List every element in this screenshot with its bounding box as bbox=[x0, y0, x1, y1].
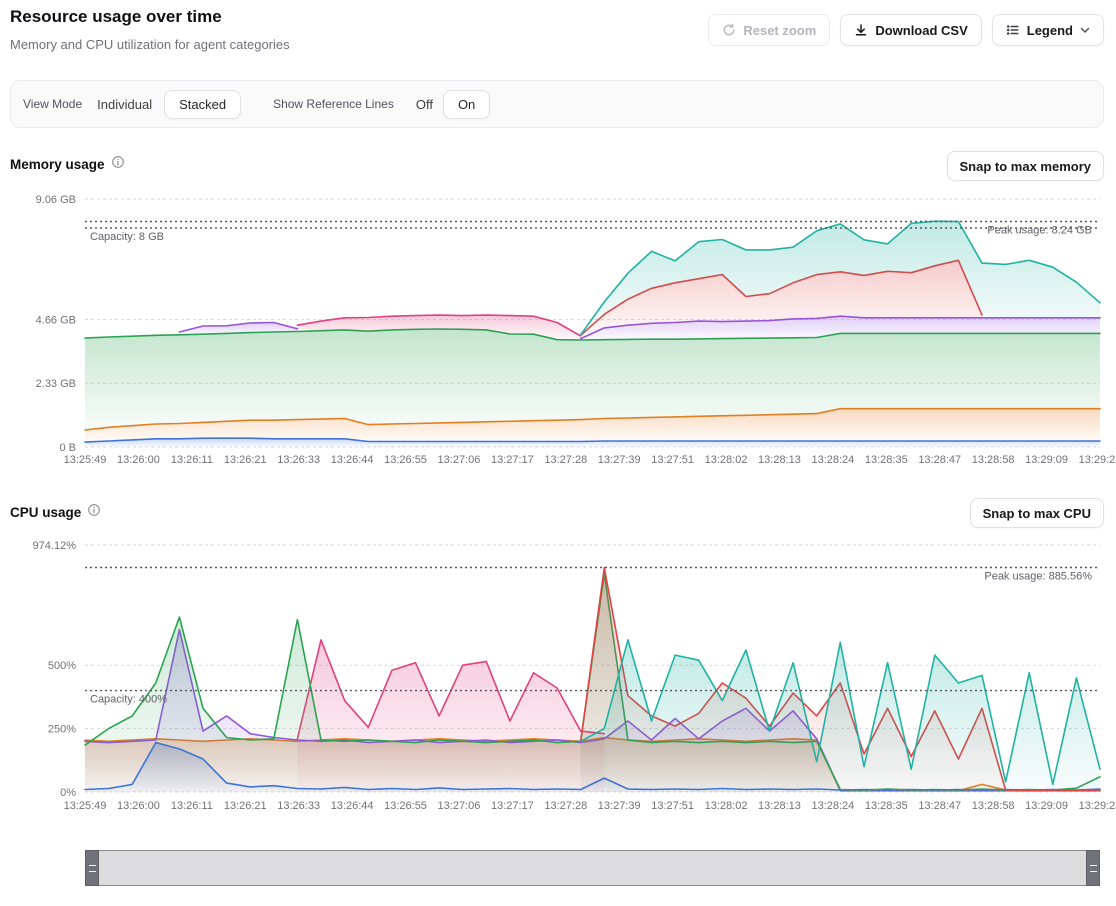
x-axis-label: 13:29:24 bbox=[1079, 454, 1116, 466]
x-axis-label: 13:29:09 bbox=[1025, 800, 1068, 812]
x-axis-label: 13:29:09 bbox=[1025, 454, 1068, 466]
legend-label: Legend bbox=[1027, 23, 1073, 38]
reference-label: Capacity: 8 GB bbox=[90, 231, 164, 243]
x-axis-label: 13:26:33 bbox=[277, 454, 320, 466]
x-axis-label: 13:26:44 bbox=[331, 454, 374, 466]
y-axis-label: 500% bbox=[48, 660, 76, 672]
reference-on[interactable]: On bbox=[443, 90, 490, 119]
brush-grip-icon bbox=[1090, 865, 1097, 872]
x-axis-label: 13:26:33 bbox=[277, 800, 320, 812]
x-axis-label: 13:28:13 bbox=[758, 800, 801, 812]
x-axis-label: 13:27:28 bbox=[544, 454, 587, 466]
info-icon[interactable] bbox=[87, 503, 101, 522]
memory-usage-title: Memory usage bbox=[10, 157, 105, 172]
view-mode-stacked[interactable]: Stacked bbox=[164, 90, 241, 119]
download-csv-button[interactable]: Download CSV bbox=[840, 14, 981, 46]
x-axis-label: 13:29:24 bbox=[1079, 800, 1116, 812]
resource-usage-page: Resource usage over time Memory and CPU … bbox=[0, 0, 1116, 906]
time-range-brush[interactable] bbox=[85, 850, 1100, 886]
y-axis-label: 9.06 GB bbox=[36, 194, 76, 206]
x-axis-label: 13:25:49 bbox=[64, 454, 107, 466]
reference-label: Peak usage: 8.24 GB bbox=[987, 225, 1092, 237]
snap-to-max-memory-button[interactable]: Snap to max memory bbox=[947, 151, 1105, 181]
reference-label: Capacity: 400% bbox=[90, 694, 167, 706]
cpu-area-teal bbox=[581, 640, 1100, 792]
x-axis-label: 13:27:06 bbox=[438, 800, 481, 812]
y-axis-label: 2.33 GB bbox=[36, 378, 76, 390]
brush-left-handle[interactable] bbox=[85, 850, 99, 886]
legend-button[interactable]: Legend bbox=[992, 14, 1104, 46]
x-axis-label: 13:27:17 bbox=[491, 454, 534, 466]
brush-grip-icon bbox=[89, 865, 96, 872]
controls-bar: View Mode Individual Stacked Show Refere… bbox=[10, 80, 1104, 128]
snap-to-max-cpu-button[interactable]: Snap to max CPU bbox=[970, 498, 1104, 528]
x-axis-label: 13:27:39 bbox=[598, 800, 641, 812]
y-axis-label: 4.66 GB bbox=[36, 315, 76, 327]
x-axis-label: 13:26:00 bbox=[117, 800, 160, 812]
x-axis-label: 13:28:47 bbox=[918, 454, 961, 466]
reference-lines-label: Show Reference Lines bbox=[273, 97, 394, 111]
x-axis-label: 13:27:51 bbox=[651, 800, 694, 812]
download-csv-label: Download CSV bbox=[875, 23, 967, 38]
x-axis-label: 13:28:58 bbox=[972, 454, 1015, 466]
x-axis-label: 13:28:02 bbox=[705, 800, 748, 812]
toolbar: Reset zoom Download CSV Legend bbox=[708, 14, 1104, 46]
x-axis-label: 13:27:17 bbox=[491, 800, 534, 812]
x-axis-label: 13:28:13 bbox=[758, 454, 801, 466]
page-title: Resource usage over time bbox=[10, 7, 222, 27]
x-axis-label: 13:27:06 bbox=[438, 454, 481, 466]
x-axis-label: 13:26:11 bbox=[171, 454, 213, 466]
x-axis-label: 13:26:55 bbox=[384, 454, 427, 466]
view-mode-individual[interactable]: Individual bbox=[97, 97, 152, 112]
reference-off[interactable]: Off bbox=[416, 97, 433, 112]
refresh-icon bbox=[722, 23, 736, 37]
x-axis-label: 13:28:35 bbox=[865, 454, 908, 466]
x-axis-label: 13:28:47 bbox=[918, 800, 961, 812]
view-mode-label: View Mode bbox=[23, 97, 82, 111]
x-axis-label: 13:27:28 bbox=[544, 800, 587, 812]
x-axis-label: 13:28:58 bbox=[972, 800, 1015, 812]
x-axis-label: 13:26:21 bbox=[224, 800, 267, 812]
reset-zoom-label: Reset zoom bbox=[743, 23, 816, 38]
legend-list-icon bbox=[1006, 23, 1020, 37]
x-axis-label: 13:26:55 bbox=[384, 800, 427, 812]
download-icon bbox=[854, 23, 868, 37]
y-axis-label: 974.12% bbox=[33, 540, 77, 552]
x-axis-label: 13:28:02 bbox=[705, 454, 748, 466]
memory-section-header: Memory usage bbox=[10, 155, 125, 174]
x-axis-label: 13:26:44 bbox=[331, 800, 374, 812]
x-axis-label: 13:27:39 bbox=[598, 454, 641, 466]
cpu-section-header: CPU usage bbox=[10, 503, 101, 522]
chevron-down-icon bbox=[1080, 27, 1090, 34]
x-axis-label: 13:26:11 bbox=[171, 800, 213, 812]
x-axis-label: 13:26:00 bbox=[117, 454, 160, 466]
cpu-usage-title: CPU usage bbox=[10, 505, 81, 520]
reference-label: Peak usage: 885.56% bbox=[984, 571, 1092, 583]
info-icon[interactable] bbox=[111, 155, 125, 174]
reset-zoom-button[interactable]: Reset zoom bbox=[708, 14, 830, 46]
x-axis-label: 13:28:24 bbox=[811, 454, 854, 466]
y-axis-label: 0% bbox=[60, 787, 76, 799]
memory-chart[interactable]: 9.06 GB 4.66 GB 2.33 GB 0 B13:25:49 13:26:00… bbox=[0, 182, 1116, 474]
y-axis-label: 0 B bbox=[59, 442, 76, 454]
x-axis-label: 13:25:49 bbox=[64, 800, 107, 812]
y-axis-label: 250% bbox=[48, 724, 76, 736]
x-axis-label: 13:26:21 bbox=[224, 454, 267, 466]
x-axis-label: 13:28:35 bbox=[865, 800, 908, 812]
page-subtitle: Memory and CPU utilization for agent cat… bbox=[10, 37, 290, 52]
x-axis-label: 13:28:24 bbox=[811, 800, 854, 812]
cpu-chart[interactable]: 974.12% 500% 250% 0%13:25:49 13:26:00 13:26:1… bbox=[0, 535, 1116, 827]
x-axis-label: 13:27:51 bbox=[651, 454, 694, 466]
brush-right-handle[interactable] bbox=[1086, 850, 1100, 886]
